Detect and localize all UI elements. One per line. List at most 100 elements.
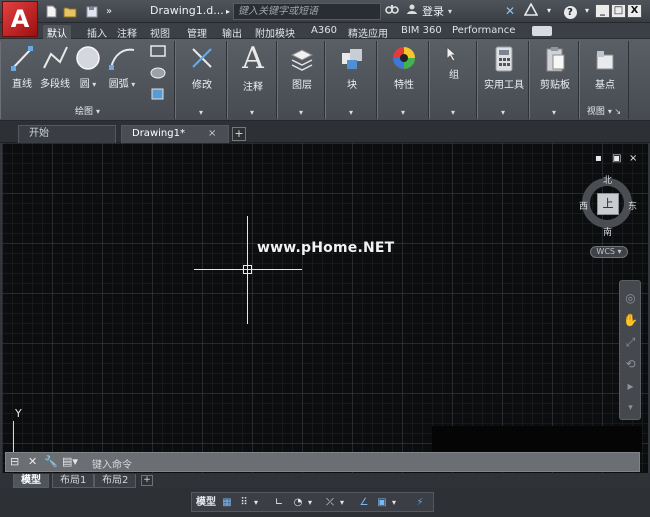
- orbit-icon[interactable]: ⟲: [622, 355, 639, 373]
- grid-icon[interactable]: ▦: [220, 495, 234, 511]
- new-file-icon[interactable]: [44, 4, 58, 19]
- draw-panel-title[interactable]: 绘图 ▾: [1, 104, 174, 117]
- annotation-scale-icon[interactable]: ⚡: [412, 495, 428, 511]
- chevron-down-icon[interactable]: ▾: [541, 3, 557, 19]
- group-tool[interactable]: 组: [441, 45, 467, 81]
- modify-tool[interactable]: 修改: [188, 45, 216, 91]
- tab-model[interactable]: 模型: [13, 474, 49, 488]
- command-line[interactable]: ⊟ ✕ 🔧 ▤▾ 键入命令: [5, 452, 640, 472]
- tab-a360[interactable]: A360: [311, 25, 337, 36]
- status-bar: 模型 ▦ ⠿ ▾ ∟ ◔ ▾ ⤫ ▾ ∠ ▣ ▾ ⚡: [0, 488, 650, 517]
- model-space-button[interactable]: 模型: [195, 495, 217, 511]
- properties-tool[interactable]: 特性: [390, 45, 418, 91]
- isodraft-icon[interactable]: ⤫: [323, 495, 337, 511]
- showmotion-icon[interactable]: ▸: [622, 377, 639, 395]
- chevron-down-icon: ▾: [298, 108, 303, 117]
- pan-hand-icon[interactable]: ✋: [622, 311, 639, 329]
- tab-view[interactable]: 视图: [150, 25, 170, 40]
- polyline-tool[interactable]: 多段线: [39, 44, 71, 90]
- close-button[interactable]: X: [627, 4, 642, 18]
- exchange-apps-icon[interactable]: ✕: [502, 3, 518, 19]
- tab-bim360[interactable]: BIM 360: [401, 25, 442, 36]
- chevron-down-icon[interactable]: ▾: [305, 495, 315, 511]
- autocad-window: A » Drawing1.d... ▸ 键入关键字或短语 登录 ▾ ✕ ▾ ? …: [0, 0, 650, 517]
- circle-tool[interactable]: 圆 ▾: [75, 44, 101, 90]
- block-tool[interactable]: 块: [338, 45, 366, 91]
- line-tool[interactable]: 直线: [9, 44, 35, 90]
- tab-featured-apps[interactable]: 精选应用: [348, 25, 388, 40]
- groups-panel[interactable]: 组 ▾: [429, 41, 477, 119]
- search-input[interactable]: 键入关键字或短语: [233, 3, 381, 20]
- more-commands-icon[interactable]: »: [104, 4, 114, 19]
- tab-manage[interactable]: 管理: [187, 25, 207, 40]
- navbar-options-icon[interactable]: ▾: [622, 399, 639, 417]
- new-tab-button[interactable]: +: [232, 127, 246, 141]
- cmd-close-icon[interactable]: ✕: [28, 455, 37, 468]
- viewcube-top-face[interactable]: 上: [597, 193, 619, 215]
- basepoint-tool[interactable]: 基点: [588, 49, 622, 91]
- modify-panel[interactable]: 修改 ▾: [175, 41, 227, 119]
- polar-tracking-icon[interactable]: ◔: [291, 495, 305, 511]
- app-menu-button[interactable]: A: [2, 1, 38, 37]
- layers-tool[interactable]: 图层: [288, 45, 316, 91]
- drawing-canvas[interactable]: ▪ ▣ × www.pHome.NET 上 北 南 西 东 WCS ▾ ◎ ✋ …: [2, 143, 648, 473]
- wcs-menu-button[interactable]: WCS ▾: [590, 246, 628, 258]
- a360-icon[interactable]: [523, 2, 539, 19]
- steering-wheel-icon[interactable]: ◎: [622, 289, 639, 307]
- add-layout-button[interactable]: +: [141, 475, 153, 486]
- snap-icon[interactable]: ⠿: [237, 495, 251, 511]
- search-expand-icon[interactable]: ▸: [223, 4, 233, 19]
- viewport-close-icon[interactable]: ×: [629, 153, 637, 164]
- block-panel[interactable]: 块 ▾: [325, 41, 377, 119]
- layers-panel[interactable]: 图层 ▾: [277, 41, 325, 119]
- open-folder-icon[interactable]: [63, 4, 77, 19]
- save-icon[interactable]: [85, 4, 99, 19]
- binoculars-icon[interactable]: [384, 3, 400, 19]
- cmd-settings-icon[interactable]: 🔧: [44, 455, 58, 468]
- clipboard-panel[interactable]: 剪贴板 ▾: [529, 41, 579, 119]
- close-tab-icon[interactable]: ×: [208, 128, 216, 139]
- ortho-icon[interactable]: ∟: [272, 495, 286, 511]
- utilities-tool[interactable]: 实用工具: [482, 45, 526, 91]
- minimize-button[interactable]: _: [595, 4, 610, 18]
- canvas-dark-area: [432, 426, 642, 452]
- zoom-extents-icon[interactable]: ⤢: [622, 333, 639, 351]
- text-tool[interactable]: A 注释: [240, 43, 266, 94]
- cmd-history-icon[interactable]: ▤▾: [62, 455, 78, 468]
- object-snap-tracking-icon[interactable]: ∠: [357, 495, 371, 511]
- login-button[interactable]: 登录 ▾: [406, 3, 452, 20]
- annotate-panel[interactable]: A 注释 ▾: [227, 41, 277, 119]
- clipboard-tool[interactable]: 剪贴板: [535, 45, 575, 91]
- tab-addins[interactable]: 附加模块: [255, 25, 295, 40]
- maximize-button[interactable]: □: [611, 4, 626, 18]
- cmd-customize-icon[interactable]: ⊟: [10, 455, 19, 468]
- boundary-tool[interactable]: [143, 87, 173, 104]
- ribbon-tab-bar: 默认 插入 注释 视图 管理 输出 附加模块 A360 精选应用 BIM 360…: [0, 23, 650, 40]
- hatch-tool[interactable]: [143, 66, 173, 83]
- properties-panel[interactable]: 特性 ▾: [377, 41, 429, 119]
- help-icon[interactable]: ?: [562, 3, 578, 19]
- tab-annotate[interactable]: 注释: [117, 25, 137, 40]
- tab-start[interactable]: 开始: [18, 125, 116, 143]
- compass-south-label: 南: [603, 228, 613, 238]
- chevron-down-icon[interactable]: ▾: [579, 3, 595, 19]
- view-panel-title[interactable]: 视图 ▾ ↘: [580, 104, 628, 117]
- tab-layout1[interactable]: 布局1: [52, 474, 95, 488]
- tab-output[interactable]: 输出: [222, 25, 242, 40]
- chevron-down-icon[interactable]: ▾: [389, 495, 399, 511]
- chevron-down-icon: ▾: [551, 108, 556, 117]
- chevron-down-icon[interactable]: ▾: [337, 495, 347, 511]
- viewport-minimize-icon[interactable]: ▪: [595, 153, 602, 164]
- tab-layout2[interactable]: 布局2: [94, 474, 137, 488]
- object-snap-icon[interactable]: ▣: [375, 495, 389, 511]
- arc-tool[interactable]: 圆弧 ▾: [107, 44, 137, 90]
- tab-default[interactable]: 默认: [43, 25, 71, 40]
- utilities-panel[interactable]: 实用工具 ▾: [477, 41, 529, 119]
- ribbon-toggle-icon[interactable]: [532, 26, 552, 36]
- tab-performance[interactable]: Performance: [452, 25, 515, 36]
- tab-insert[interactable]: 插入: [87, 25, 107, 40]
- viewport-restore-icon[interactable]: ▣: [612, 153, 621, 164]
- command-input[interactable]: 键入命令: [92, 456, 132, 471]
- chevron-down-icon[interactable]: ▾: [251, 495, 261, 511]
- rectangle-tool[interactable]: [143, 44, 173, 61]
